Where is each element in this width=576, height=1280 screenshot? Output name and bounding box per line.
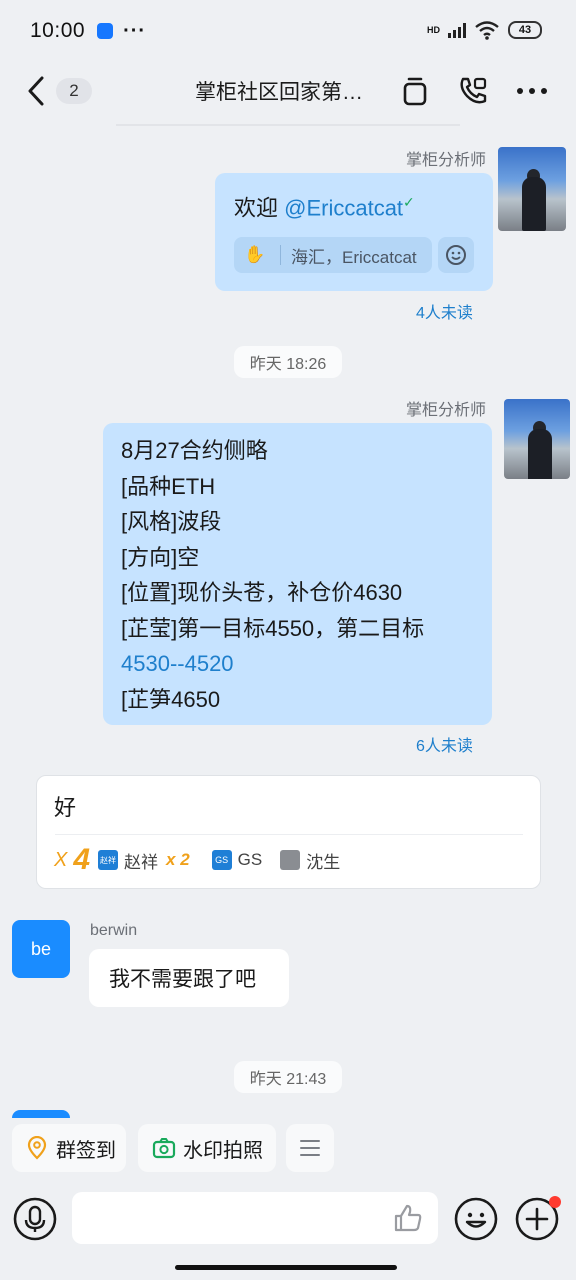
number-link[interactable]: 4530--4520 [121, 646, 424, 682]
avatar [12, 1110, 70, 1118]
message-bubble[interactable]: 欢迎 @Ericcatcat✓ ✋ 海汇，Ericcatcat [215, 173, 493, 291]
camera-icon [152, 1138, 176, 1159]
sender-name: berwin [90, 922, 138, 939]
chip-divider [280, 245, 281, 265]
battery-icon: 43 [508, 21, 542, 39]
reactor-name: 赵祥 [124, 852, 159, 872]
sender-name: 掌柜分析师 [405, 152, 486, 169]
avatar[interactable] [504, 399, 570, 479]
emoji-icon[interactable] [453, 1196, 499, 1242]
card-divider [55, 834, 523, 835]
hd-label: HD [427, 24, 440, 35]
timestamp: 昨天 18:26 [234, 346, 342, 378]
status-time: 10:00 [30, 19, 86, 42]
add-reaction-button[interactable] [438, 237, 474, 273]
multiplier-prefix: X [54, 848, 68, 871]
reaction-summary[interactable]: X 4 赵祥 赵祥 x 2 GS GS 沈生 [54, 842, 340, 878]
wave-hand-icon: ✋ [244, 245, 266, 264]
more-options-icon[interactable] [515, 74, 549, 108]
add-emoji-icon [446, 245, 466, 265]
avatar[interactable]: be [12, 920, 70, 978]
wifi-icon [475, 21, 499, 40]
thumbs-up-icon[interactable] [392, 1202, 424, 1234]
reaction-chip[interactable]: ✋ 海汇，Ericcatcat [234, 237, 432, 273]
avatar[interactable] [498, 147, 566, 231]
group-files-icon[interactable] [398, 74, 432, 108]
avatar: 赵祥 [98, 850, 119, 870]
header-divider [116, 124, 460, 126]
call-icon[interactable] [456, 74, 490, 108]
menu-icon [300, 1140, 320, 1156]
read-status[interactable]: 6人未读 [416, 732, 473, 756]
home-indicator [175, 1265, 397, 1270]
status-bar: 10:00 ··· HD 43 [0, 0, 576, 62]
status-indicators: HD 43 [427, 20, 542, 40]
reactor-name: 沈生 [306, 852, 341, 872]
message-bubble[interactable]: 我不需要跟了吧 [89, 949, 289, 1007]
sender-name: 掌柜分析师 [405, 402, 486, 419]
message-bubble[interactable]: 8月27合约侧略 [品种ETH [风格]波段 [方向]空 [位置]现价头苍，补仓… [103, 423, 492, 725]
avatar: GS [211, 850, 232, 870]
message-text: 欢迎 @Ericcatcat✓ [234, 194, 415, 221]
unread-count-badge[interactable]: 2 [56, 78, 92, 104]
card-text: 好 [54, 795, 77, 820]
avatar [280, 850, 301, 870]
location-pin-icon [27, 1136, 47, 1160]
back-arrow-icon[interactable] [24, 74, 48, 108]
notification-dot [549, 1196, 561, 1208]
message-card[interactable]: 好 X 4 赵祥 赵祥 x 2 GS GS 沈生 [36, 775, 541, 889]
signal-icon [448, 22, 466, 38]
message-text: 我不需要跟了吧 [109, 968, 256, 991]
chat-title[interactable]: 掌柜社区回家第… [195, 76, 375, 106]
chat-header: 2 掌柜社区回家第… [0, 62, 576, 120]
timestamp: 昨天 21:43 [234, 1061, 342, 1093]
more-actions-button[interactable] [286, 1124, 334, 1172]
reactor-count: x 2 [166, 850, 190, 869]
message-text: 8月27合约侧略 [品种ETH [风格]波段 [方向]空 [位置]现价头苍，补仓… [121, 438, 425, 712]
reaction-names: 海汇，Ericcatcat [291, 247, 417, 267]
verified-icon: ✓ [403, 194, 415, 210]
voice-input-icon[interactable] [12, 1196, 58, 1242]
group-checkin-button[interactable]: 群签到 [12, 1124, 126, 1172]
mention-link[interactable]: @Ericcatcat [284, 195, 403, 220]
app-notification-icon [97, 23, 114, 39]
read-status[interactable]: 4人未读 [416, 299, 473, 323]
message-input[interactable] [72, 1192, 438, 1244]
reactor-name: GS [237, 850, 263, 869]
multiplier-count: 4 [73, 843, 91, 876]
more-notifications-icon: ··· [123, 19, 147, 42]
watermark-photo-button[interactable]: 水印拍照 [138, 1124, 276, 1172]
